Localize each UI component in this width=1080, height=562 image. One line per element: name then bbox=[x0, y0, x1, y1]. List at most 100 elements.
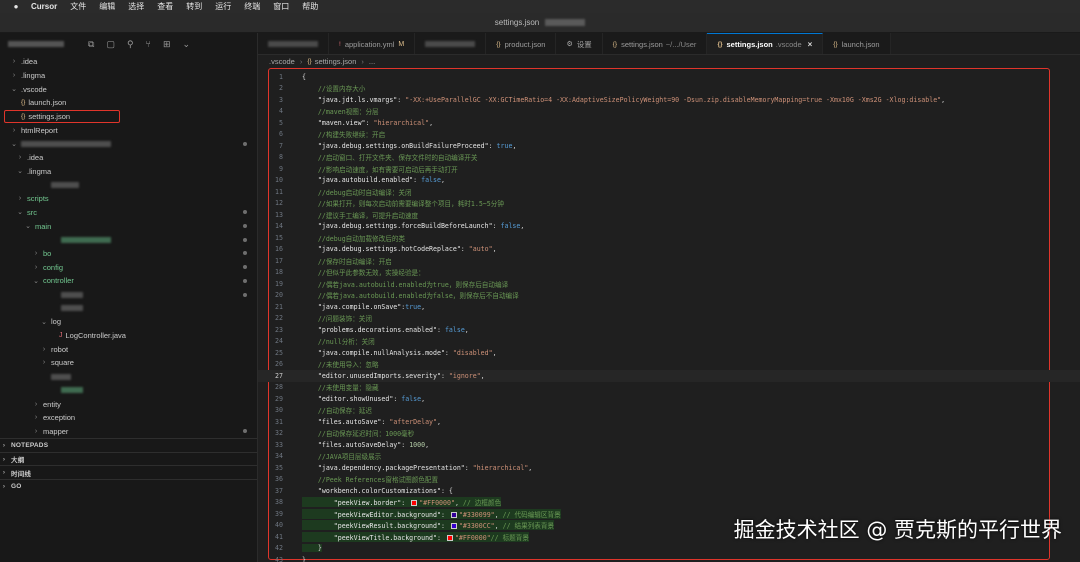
tree-item[interactable]: J LogController.java bbox=[0, 329, 257, 343]
new-file-icon[interactable]: ▢ bbox=[106, 39, 115, 50]
tree-item[interactable]: ⌄ .vscode bbox=[0, 82, 257, 96]
tree-item[interactable] bbox=[0, 233, 257, 247]
code-line: 5 "maven.view": "hierarchical", bbox=[258, 117, 1080, 129]
sidebar-section-header[interactable]: › 时间线 bbox=[0, 465, 257, 479]
tree-item[interactable]: › scripts bbox=[0, 192, 257, 206]
extensions-icon[interactable]: ⊞ bbox=[163, 39, 171, 50]
code-token: : bbox=[413, 176, 422, 185]
tree-item[interactable]: ⌄ main bbox=[0, 219, 257, 233]
code-line: 7 "java.debug.settings.onBuildFailurePro… bbox=[258, 140, 1080, 152]
sidebar-section-header[interactable]: › NOTEPADS bbox=[0, 438, 257, 452]
menu-run[interactable]: 运行 bbox=[215, 1, 231, 12]
git-status-dot bbox=[243, 265, 247, 270]
code-text: //设置内存大小 bbox=[302, 83, 366, 93]
menu-terminal[interactable]: 终端 bbox=[244, 1, 260, 12]
menu-window[interactable]: 窗口 bbox=[273, 1, 289, 12]
editor-tab[interactable]: {} settings.json .vscode × bbox=[707, 33, 824, 54]
search-icon[interactable]: ⚲ bbox=[127, 39, 134, 50]
tree-item[interactable]: ⌄ .lingma bbox=[0, 165, 257, 179]
sidebar-section-header[interactable]: › GO bbox=[0, 478, 257, 493]
tree-item[interactable]: ⌄ controller bbox=[0, 274, 257, 288]
apple-menu-icon[interactable]: ● bbox=[10, 2, 22, 11]
color-swatch[interactable] bbox=[450, 523, 457, 530]
code-text: //影响启动速度，如有需要可启动后再手动打开 bbox=[302, 164, 458, 174]
tree-item-label: square bbox=[51, 358, 74, 368]
tree-item[interactable]: ⌄ log bbox=[0, 315, 257, 329]
tree-item[interactable]: ⌄ src bbox=[0, 206, 257, 220]
code-line: 27 "editor.unusedImports.severity": "ign… bbox=[258, 370, 1080, 382]
editor-tab[interactable] bbox=[258, 33, 329, 54]
code-token: } bbox=[302, 544, 322, 553]
tree-item[interactable]: › bo bbox=[0, 247, 257, 261]
chevron-right-icon: › bbox=[2, 469, 6, 476]
code-token: , bbox=[425, 440, 430, 449]
tab-label: launch.json bbox=[841, 39, 880, 49]
editor-tab[interactable]: {} product.json bbox=[486, 33, 557, 54]
line-number: 26 bbox=[275, 360, 283, 369]
tree-item[interactable] bbox=[0, 370, 257, 384]
tree-item[interactable]: › config bbox=[0, 260, 257, 274]
menu-file[interactable]: 文件 bbox=[70, 1, 86, 12]
menu-edit[interactable]: 编辑 bbox=[99, 1, 115, 12]
section-label: 大纲 bbox=[11, 457, 25, 464]
editor-tab[interactable]: {} launch.json bbox=[823, 33, 891, 54]
tree-item[interactable]: › entity bbox=[0, 397, 257, 411]
menu-help[interactable]: 帮助 bbox=[302, 1, 318, 12]
chevron-down-icon: ⌄ bbox=[25, 223, 31, 231]
tab-label: settings.json bbox=[726, 40, 773, 49]
gear-icon: ⚙ bbox=[566, 41, 573, 48]
code-text: //构建失败继续：开启 bbox=[302, 129, 385, 139]
menu-view[interactable]: 查看 bbox=[157, 1, 173, 12]
tree-item[interactable] bbox=[0, 288, 257, 302]
code-text: //debug启动时自动编译：关闭 bbox=[302, 187, 412, 197]
code-token: "disabled" bbox=[452, 348, 493, 357]
chevron-right-icon: › bbox=[42, 359, 46, 367]
code-token: //影响启动速度，如有需要可启动后再手动打开 bbox=[302, 165, 458, 174]
line-number: 16 bbox=[275, 245, 283, 254]
tree-item[interactable]: › square bbox=[0, 356, 257, 370]
menu-go[interactable]: 转到 bbox=[186, 1, 202, 12]
menu-selection[interactable]: 选择 bbox=[128, 1, 144, 12]
tree-item[interactable]: ⌄ bbox=[0, 137, 257, 151]
code-token: "java.compile.nullAnalysis.mode" bbox=[302, 348, 445, 357]
tree-item[interactable] bbox=[0, 384, 257, 398]
redacted-title-suffix bbox=[545, 19, 586, 26]
breadcrumb-folder[interactable]: .vscode bbox=[269, 57, 295, 66]
editor-tab[interactable]: ! application.yml M bbox=[329, 33, 416, 54]
tree-item[interactable]: {} settings.json bbox=[4, 109, 120, 124]
color-swatch[interactable] bbox=[411, 500, 418, 507]
tree-item[interactable]: › mapper bbox=[0, 425, 257, 439]
editor-tab[interactable]: ⚙ 设置 bbox=[556, 33, 603, 54]
tree-item[interactable]: › exception bbox=[0, 411, 257, 425]
color-swatch[interactable] bbox=[446, 534, 453, 541]
breadcrumb-file[interactable]: settings.json bbox=[315, 57, 357, 66]
tree-item[interactable]: {} launch.json bbox=[0, 96, 257, 110]
source-control-icon[interactable]: ⑂ bbox=[146, 39, 151, 50]
copy-files-icon[interactable]: ⧉ bbox=[88, 39, 94, 50]
editor-tab[interactable] bbox=[415, 33, 487, 54]
tree-item[interactable]: › .lingma bbox=[0, 69, 257, 83]
tree-item[interactable]: › .idea bbox=[0, 55, 257, 69]
tree-item[interactable]: › htmlReport bbox=[0, 123, 257, 137]
chevron-right-icon: › bbox=[42, 345, 46, 353]
editor-tab[interactable]: {} settings.json ~/.../User bbox=[602, 33, 708, 54]
color-swatch[interactable] bbox=[450, 511, 457, 518]
close-icon[interactable]: × bbox=[808, 40, 813, 49]
tree-item[interactable] bbox=[0, 301, 257, 315]
tree-item-label: htmlReport bbox=[21, 125, 58, 135]
code-editor[interactable]: 1{2 //设置内存大小 3 "java.jdt.ls.vmargs": "-XX… bbox=[258, 67, 1080, 562]
explorer-sidebar: ⧉ ▢ ⚲ ⑂ ⊞ ⌄ › .idea › .lingma ⌄ .vscode {} laun… bbox=[0, 33, 258, 562]
tree-item[interactable]: › .idea bbox=[0, 151, 257, 165]
code-line: 42 } bbox=[258, 543, 1080, 555]
json-file-icon: {} bbox=[717, 41, 723, 48]
sidebar-section-header[interactable]: › 大纲 bbox=[0, 451, 257, 466]
breadcrumb-ellipsis[interactable]: ... bbox=[369, 57, 375, 66]
tree-item[interactable]: › robot bbox=[0, 342, 257, 356]
menu-cursor[interactable]: Cursor bbox=[31, 2, 57, 11]
line-number: 4 bbox=[279, 107, 283, 116]
tree-item[interactable] bbox=[0, 178, 257, 192]
code-token: { bbox=[302, 72, 306, 81]
chevron-down-icon[interactable]: ⌄ bbox=[183, 39, 191, 50]
tree-item-label: .idea bbox=[27, 153, 44, 163]
code-token: "-XX:+UseParallelGC -XX:GCTimeRatio=4 -X… bbox=[405, 95, 942, 104]
